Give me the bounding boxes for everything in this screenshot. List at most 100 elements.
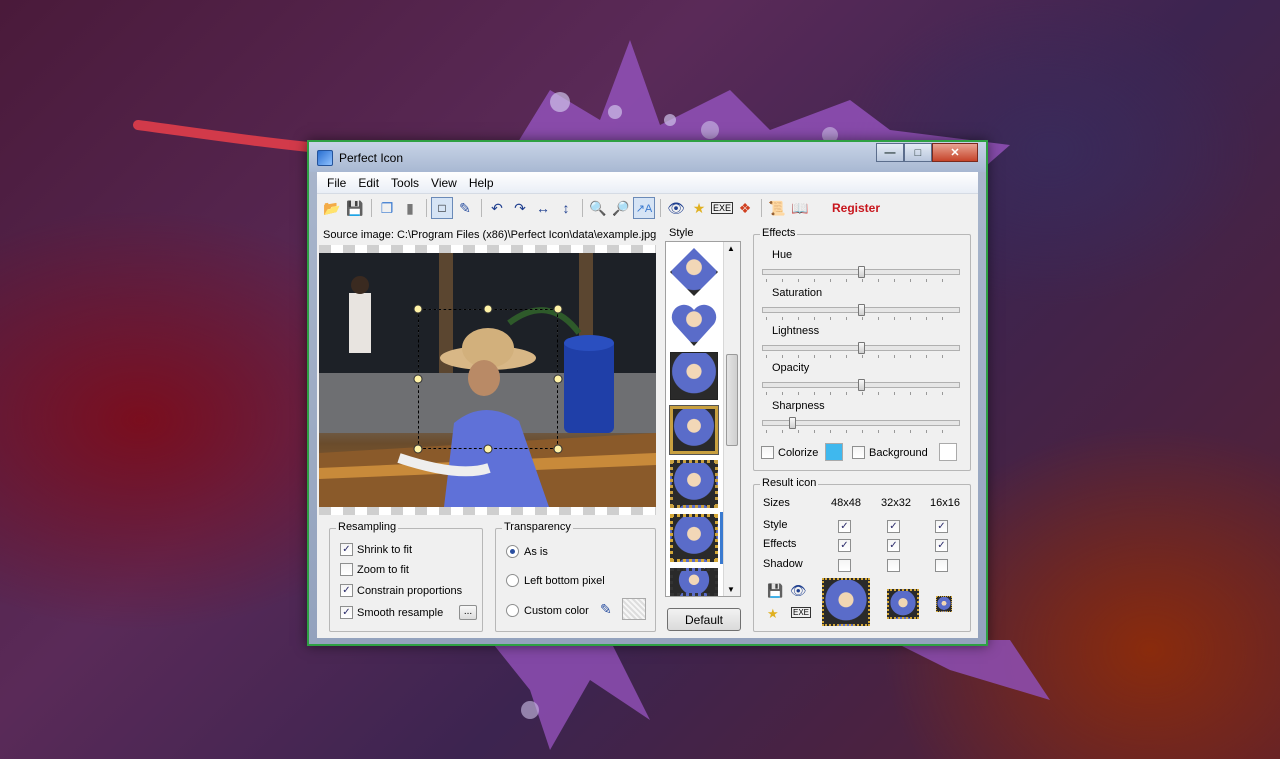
custom-color-swatch[interactable] xyxy=(622,598,646,620)
shrink-to-fit-checkbox[interactable]: ✓ Shrink to fit xyxy=(340,543,412,556)
checkbox[interactable]: ✓ xyxy=(340,584,353,597)
style-thumb-film[interactable] xyxy=(670,568,718,596)
result-checkbox[interactable]: ✓ xyxy=(838,539,851,552)
checkbox[interactable] xyxy=(340,563,353,576)
radio-button[interactable] xyxy=(506,574,519,587)
result-checkbox[interactable]: ✓ xyxy=(838,520,851,533)
style-thumb-stamp[interactable] xyxy=(670,460,718,508)
style-list[interactable]: ▲ ▼ xyxy=(665,241,741,597)
slider-thumb[interactable] xyxy=(858,266,865,278)
close-button[interactable]: ✕ xyxy=(932,143,978,162)
result-checkbox[interactable]: ✓ xyxy=(887,520,900,533)
result-checkbox[interactable]: ✓ xyxy=(935,539,948,552)
flip-horizontal-icon[interactable]: ↔ xyxy=(532,197,554,219)
menu-tools[interactable]: Tools xyxy=(385,176,425,190)
crop-handle[interactable] xyxy=(413,444,423,454)
result-checkbox[interactable]: ✓ xyxy=(935,520,948,533)
zoom-in-icon[interactable]: 🔍 xyxy=(587,197,609,219)
minimize-button[interactable]: — xyxy=(876,143,904,162)
menu-help[interactable]: Help xyxy=(463,176,500,190)
style-title: Style xyxy=(669,227,694,239)
crop-handle[interactable] xyxy=(553,374,563,384)
result-checkbox[interactable] xyxy=(838,559,851,572)
folder-star-icon[interactable]: ★ xyxy=(688,197,710,219)
rotate-left-icon[interactable]: ↶ xyxy=(486,197,508,219)
colorize-checkbox[interactable]: Colorize xyxy=(761,446,818,459)
preview-eye-icon[interactable]: 👁 xyxy=(665,197,687,219)
checkbox-label: Zoom to fit xyxy=(357,563,409,576)
source-image-preview[interactable] xyxy=(319,253,656,507)
toolbar-separator xyxy=(426,199,427,217)
crop-handle[interactable] xyxy=(413,374,423,384)
result-checkbox[interactable]: ✓ xyxy=(887,539,900,552)
open-folder-icon[interactable]: 📂 xyxy=(321,197,343,219)
crop-handle[interactable] xyxy=(553,444,563,454)
exe-icon[interactable]: EXE xyxy=(791,607,812,618)
title-bar[interactable]: Perfect Icon — □ ✕ xyxy=(309,142,986,172)
style-thumb-gold-frame[interactable] xyxy=(669,405,719,455)
eyedropper-icon[interactable]: ✎ xyxy=(454,197,476,219)
radio-button[interactable] xyxy=(506,545,519,558)
crop-handle[interactable] xyxy=(413,304,423,314)
checkbox[interactable] xyxy=(852,446,865,459)
result-checkbox[interactable] xyxy=(935,559,948,572)
exe-icon[interactable]: EXE xyxy=(711,197,734,219)
smooth-resample-checkbox[interactable]: ✓ Smooth resample xyxy=(340,606,443,619)
register-link[interactable]: Register xyxy=(832,201,880,215)
save-icon[interactable]: 💾 xyxy=(767,583,783,599)
folder-star-icon[interactable]: ★ xyxy=(767,606,779,622)
colorize-color-swatch[interactable] xyxy=(825,443,843,461)
checkbox[interactable] xyxy=(761,446,774,459)
checkbox-label: Constrain proportions xyxy=(357,584,463,597)
paste-icon[interactable]: ▮ xyxy=(399,197,421,219)
slider-thumb[interactable] xyxy=(789,417,796,429)
slider-thumb[interactable] xyxy=(858,342,865,354)
scrollbar-thumb[interactable] xyxy=(726,354,738,446)
background-color-swatch[interactable] xyxy=(939,443,957,461)
scroll-down-icon[interactable]: ▼ xyxy=(727,585,735,594)
constrain-proportions-checkbox[interactable]: ✓ Constrain proportions xyxy=(340,584,462,597)
style-scrollbar[interactable]: ▲ ▼ xyxy=(723,242,740,596)
style-thumb-square[interactable] xyxy=(670,352,718,400)
crop-handle[interactable] xyxy=(483,304,493,314)
preview-eye-icon[interactable]: 👁 xyxy=(790,583,807,599)
menu-file[interactable]: File xyxy=(321,176,352,190)
style-thumb-stamp-selected[interactable] xyxy=(670,514,718,562)
copy-icon[interactable]: ❐ xyxy=(376,197,398,219)
select-rect-icon[interactable]: □ xyxy=(431,197,453,219)
default-button[interactable]: Default xyxy=(667,608,741,631)
slider-thumb[interactable] xyxy=(858,304,865,316)
crop-selection[interactable] xyxy=(418,309,558,449)
zoom-out-icon[interactable]: 🔎 xyxy=(610,197,632,219)
checkbox[interactable]: ✓ xyxy=(340,606,353,619)
menu-bar: File Edit Tools View Help xyxy=(317,172,978,194)
windows-icon[interactable]: ❖ xyxy=(734,197,756,219)
custom-color-radio[interactable]: Custom color xyxy=(506,604,589,617)
eyedropper-icon[interactable]: ✎ xyxy=(600,601,612,618)
help-book-icon[interactable]: 📖 xyxy=(789,197,811,219)
slider-thumb[interactable] xyxy=(858,379,865,391)
save-icon[interactable]: 💾 xyxy=(344,197,366,219)
background-checkbox[interactable]: Background xyxy=(852,446,928,459)
checkbox-label: Background xyxy=(869,446,928,459)
resample-options-button[interactable]: ... xyxy=(459,605,477,620)
size-32-label: 32x32 xyxy=(881,497,911,509)
left-bottom-pixel-radio[interactable]: Left bottom pixel xyxy=(506,574,605,587)
result-checkbox[interactable] xyxy=(887,559,900,572)
menu-view[interactable]: View xyxy=(425,176,463,190)
crop-handle[interactable] xyxy=(553,304,563,314)
maximize-button[interactable]: □ xyxy=(904,143,932,162)
rotate-right-icon[interactable]: ↷ xyxy=(509,197,531,219)
style-thumb-heart[interactable] xyxy=(670,300,718,348)
zoom-to-fit-checkbox[interactable]: Zoom to fit xyxy=(340,563,409,576)
flip-vertical-icon[interactable]: ↕ xyxy=(555,197,577,219)
crop-handle[interactable] xyxy=(483,444,493,454)
scroll-icon[interactable]: 📜 xyxy=(766,197,788,219)
scroll-up-icon[interactable]: ▲ xyxy=(727,244,735,253)
style-thumb-diamond[interactable] xyxy=(670,248,718,296)
menu-edit[interactable]: Edit xyxy=(352,176,385,190)
as-is-radio[interactable]: As is xyxy=(506,545,548,558)
checkbox[interactable]: ✓ xyxy=(340,543,353,556)
radio-button[interactable] xyxy=(506,604,519,617)
zoom-fit-icon[interactable]: ↗A xyxy=(633,197,655,219)
